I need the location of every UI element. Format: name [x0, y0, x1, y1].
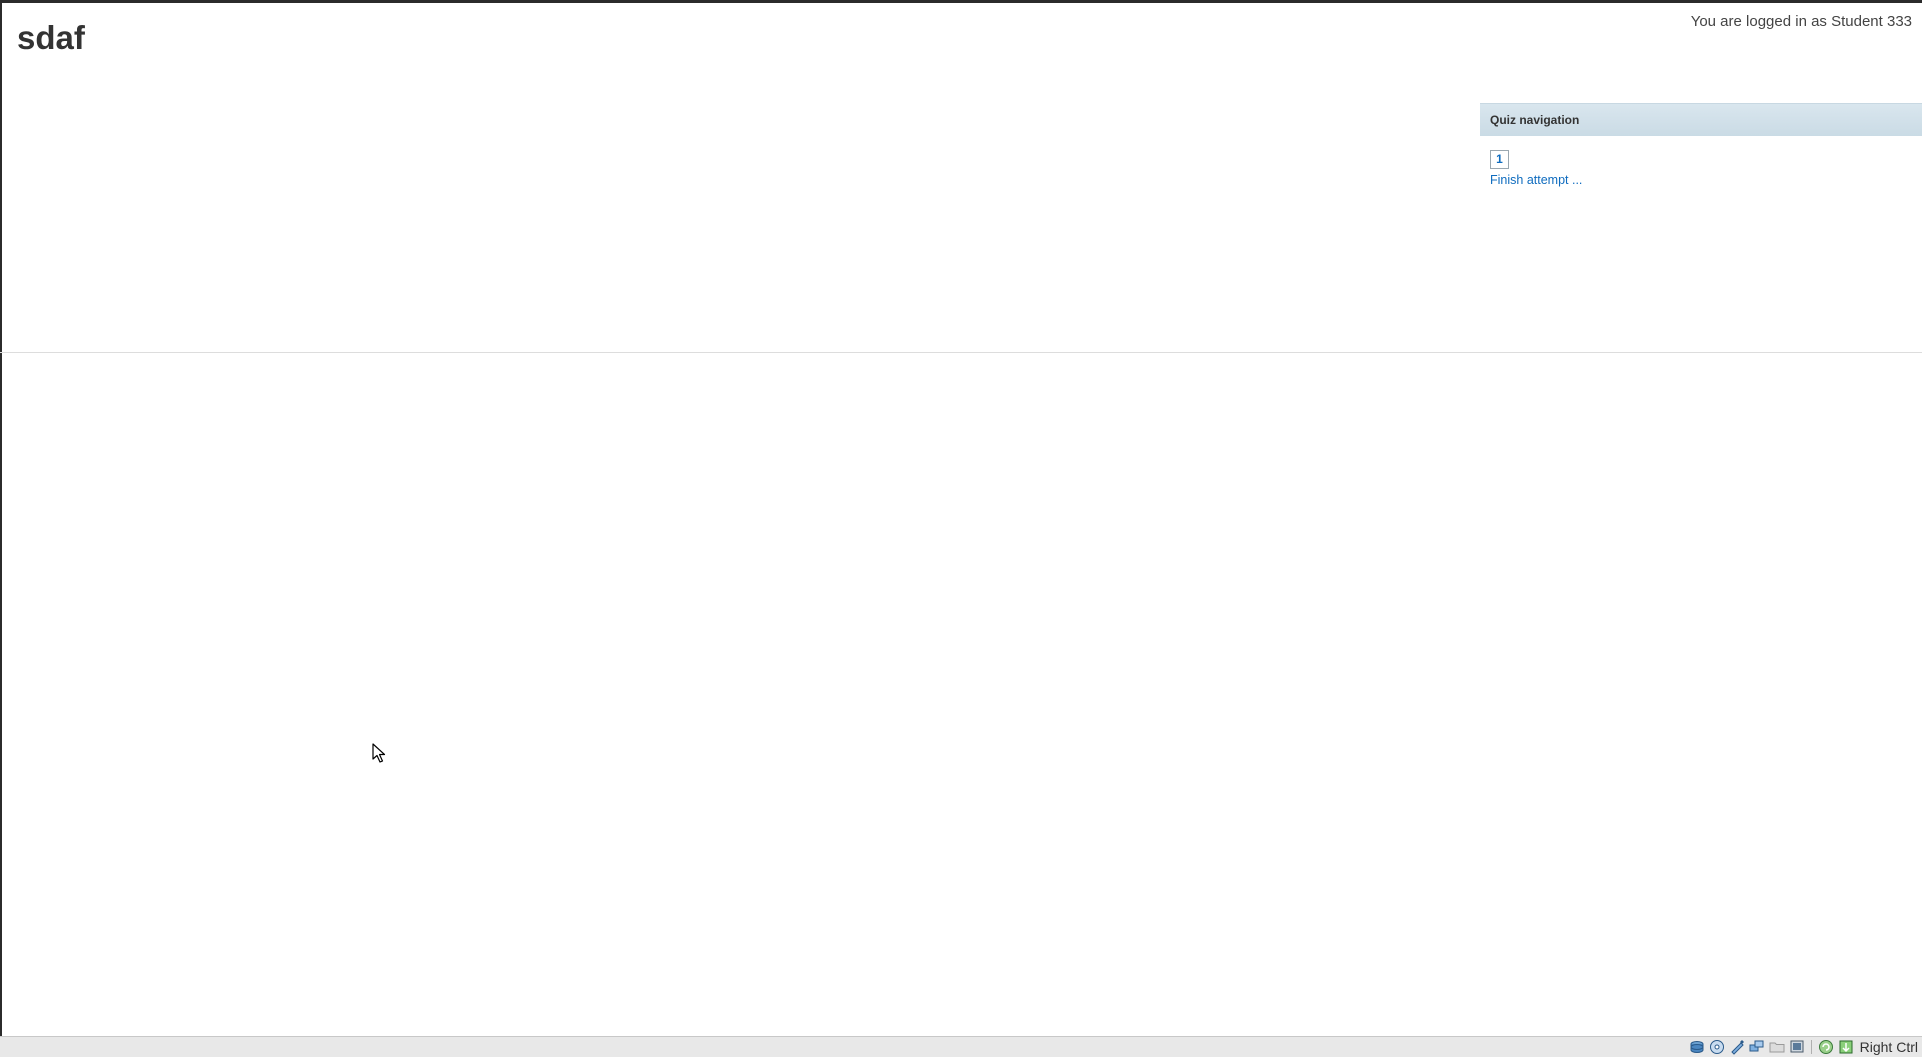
status-separator: [1810, 1040, 1812, 1054]
shared-folder-icon[interactable]: [1769, 1039, 1785, 1055]
mouse-integration-icon[interactable]: [1838, 1039, 1854, 1055]
vm-status-bar: Right Ctrl: [0, 1036, 1922, 1057]
quiz-navigation-block: Quiz navigation 1 Finish attempt ...: [1480, 103, 1922, 193]
finish-attempt-link[interactable]: Finish attempt ...: [1490, 171, 1912, 189]
page-title: sdaf: [17, 19, 85, 56]
login-info: You are logged in as Student 333: [1690, 13, 1912, 30]
video-capture-icon[interactable]: [1818, 1039, 1834, 1055]
hard-disk-icon[interactable]: [1689, 1039, 1705, 1055]
browser-viewport: sdaf You are logged in as Student 333 Qu…: [0, 0, 1922, 1057]
host-key-label: Right Ctrl: [1859, 1039, 1918, 1055]
quiz-navigation-header: Quiz navigation: [1480, 103, 1922, 136]
mouse-pointer-icon: [372, 743, 386, 763]
window-left-border: [0, 0, 2, 1036]
network-icon[interactable]: [1749, 1039, 1765, 1055]
question-1-button[interactable]: 1: [1490, 150, 1509, 169]
usb-icon[interactable]: [1729, 1039, 1745, 1055]
quiz-navigation-content: 1 Finish attempt ...: [1480, 136, 1922, 189]
display-icon[interactable]: [1789, 1039, 1805, 1055]
optical-drive-icon[interactable]: [1709, 1039, 1725, 1055]
quiz-navigation-title: Quiz navigation: [1490, 113, 1580, 127]
content-divider: [0, 352, 1922, 353]
status-icons: Right Ctrl: [1689, 1037, 1922, 1057]
window-top-border: [0, 0, 1922, 3]
